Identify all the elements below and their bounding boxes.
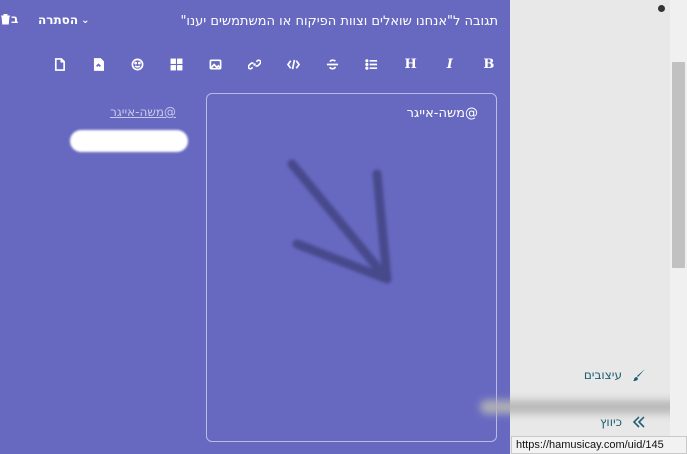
emoji-icon — [131, 58, 144, 70]
reply-title: תגובה ל"אנחנו שואלים וצוות הפיקוח או המש… — [180, 14, 498, 29]
mention-link[interactable]: @משה-אייגר — [110, 105, 176, 119]
sidebar-item-collapse[interactable]: כיווץ — [600, 415, 646, 429]
double-chevron-icon — [632, 416, 645, 428]
arrow-doodle-icon — [287, 159, 392, 284]
sidebar-item-label: עיצובים — [583, 368, 622, 382]
italic-button[interactable]: I — [441, 55, 459, 73]
right-sidebar: עיצובים כיווץ — [480, 0, 680, 454]
chevron-down-icon: ⌄ — [81, 14, 90, 26]
qr-icon — [170, 58, 183, 70]
discard-label: ב — [11, 12, 19, 26]
image-button[interactable] — [206, 55, 224, 73]
link-button[interactable] — [245, 55, 263, 73]
code-icon — [286, 59, 300, 69]
file-button[interactable] — [50, 55, 68, 73]
page-scrollbar[interactable] — [670, 0, 687, 454]
hide-button[interactable]: הסתרה ⌄ — [38, 13, 89, 27]
sidebar-item-themes[interactable]: עיצובים — [584, 368, 646, 382]
editor-content: @משה-אייגר — [406, 106, 478, 121]
emoji-button[interactable] — [128, 55, 146, 73]
notification-dot — [658, 5, 665, 12]
strikethrough-icon — [326, 58, 339, 70]
link-icon — [247, 58, 261, 70]
scroll-thumb[interactable] — [672, 62, 685, 268]
pdf-button[interactable] — [89, 55, 107, 73]
discard-button[interactable]: ב — [0, 12, 18, 26]
heading-button[interactable]: H — [402, 55, 420, 73]
composer-header: ב הסתרה ⌄ תגובה ל"אנחנו שואלים וצוות הפי… — [0, 0, 510, 44]
redacted-content — [70, 130, 188, 152]
file-icon — [54, 57, 65, 71]
editor-textarea[interactable]: @משה-אייגר — [206, 93, 497, 442]
list-icon — [365, 58, 378, 70]
image-icon — [209, 58, 222, 70]
hide-label: הסתרה — [38, 13, 79, 27]
formatting-toolbar: B I H — [50, 55, 498, 73]
status-bar-url: https://hamusicay.com/uid/145 — [511, 436, 687, 454]
strikethrough-button[interactable] — [324, 55, 342, 73]
pdf-icon — [93, 57, 104, 71]
smudge-mark — [480, 400, 680, 414]
preview-panel: @משה-אייגר — [60, 100, 190, 160]
composer-panel: ב הסתרה ⌄ תגובה ל"אנחנו שואלים וצוות הפי… — [0, 0, 510, 454]
sidebar-item-label: כיווץ — [599, 415, 622, 429]
trash-icon — [1, 14, 10, 25]
bold-button[interactable]: B — [480, 55, 498, 73]
list-button[interactable] — [363, 55, 381, 73]
qr-button[interactable] — [167, 55, 185, 73]
code-button[interactable] — [284, 55, 302, 73]
brush-icon — [633, 369, 645, 381]
